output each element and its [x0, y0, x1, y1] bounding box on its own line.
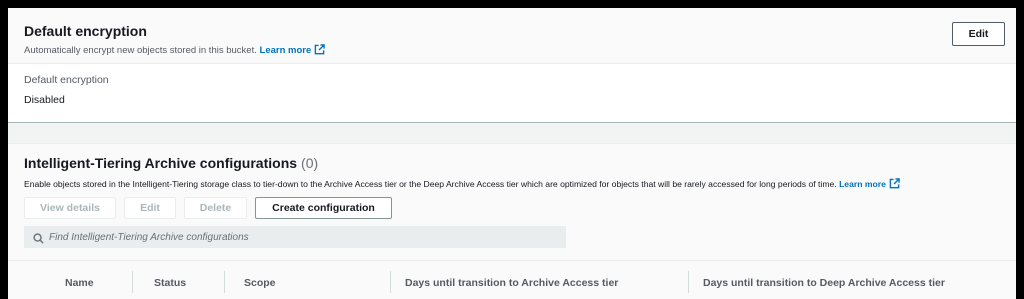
intelligent-tiering-learn-more-link[interactable]: Learn more — [839, 178, 900, 191]
column-divider — [390, 271, 391, 293]
learn-more-label: Learn more — [259, 45, 312, 56]
intelligent-tiering-title-text: Intelligent-Tiering Archive configuratio… — [24, 155, 298, 171]
intelligent-tiering-description: Enable objects stored in the Intelligent… — [24, 178, 900, 191]
intelligent-tiering-description-text: Enable objects stored in the Intelligent… — [24, 179, 837, 189]
column-header-status[interactable]: Status — [154, 277, 186, 289]
configuration-search-box[interactable] — [24, 226, 566, 248]
create-configuration-button[interactable]: Create configuration — [255, 197, 392, 219]
default-encryption-learn-more-link[interactable]: Learn more — [259, 44, 326, 58]
default-encryption-title: Default encryption — [24, 23, 147, 39]
default-encryption-panel: Default encryption Automatically encrypt… — [8, 8, 1016, 123]
default-encryption-field-value: Disabled — [24, 94, 65, 106]
column-header-deep-archive-days[interactable]: Days until transition to Deep Archive Ac… — [703, 277, 945, 289]
external-link-icon — [314, 44, 326, 58]
default-encryption-field-label: Default encryption — [24, 74, 109, 86]
column-divider — [224, 271, 225, 293]
configurations-table-header: Name Status Scope Days until transition … — [8, 260, 1016, 299]
edit-encryption-button[interactable]: Edit — [952, 22, 1005, 46]
column-divider — [132, 271, 133, 293]
delete-configuration-button[interactable]: Delete — [184, 197, 247, 219]
configuration-count: (0) — [301, 155, 319, 171]
column-header-archive-days[interactable]: Days until transition to Archive Access … — [405, 277, 618, 289]
edit-configuration-button[interactable]: Edit — [124, 197, 176, 219]
learn-more-label: Learn more — [839, 179, 886, 189]
column-header-scope[interactable]: Scope — [244, 277, 276, 289]
search-icon — [33, 231, 44, 249]
view-details-button[interactable]: View details — [24, 197, 116, 219]
default-encryption-description-text: Automatically encrypt new objects stored… — [24, 45, 257, 56]
default-encryption-header: Default encryption Automatically encrypt… — [8, 8, 1016, 64]
configuration-search-input[interactable] — [49, 226, 559, 248]
default-encryption-description: Automatically encrypt new objects stored… — [24, 44, 326, 58]
column-header-name[interactable]: Name — [65, 277, 94, 289]
intelligent-tiering-title: Intelligent-Tiering Archive configuratio… — [24, 155, 318, 171]
page-frame: Default encryption Automatically encrypt… — [8, 8, 1016, 299]
external-link-icon — [889, 178, 900, 191]
intelligent-tiering-panel: Intelligent-Tiering Archive configuratio… — [8, 143, 1016, 299]
column-divider — [688, 271, 689, 293]
